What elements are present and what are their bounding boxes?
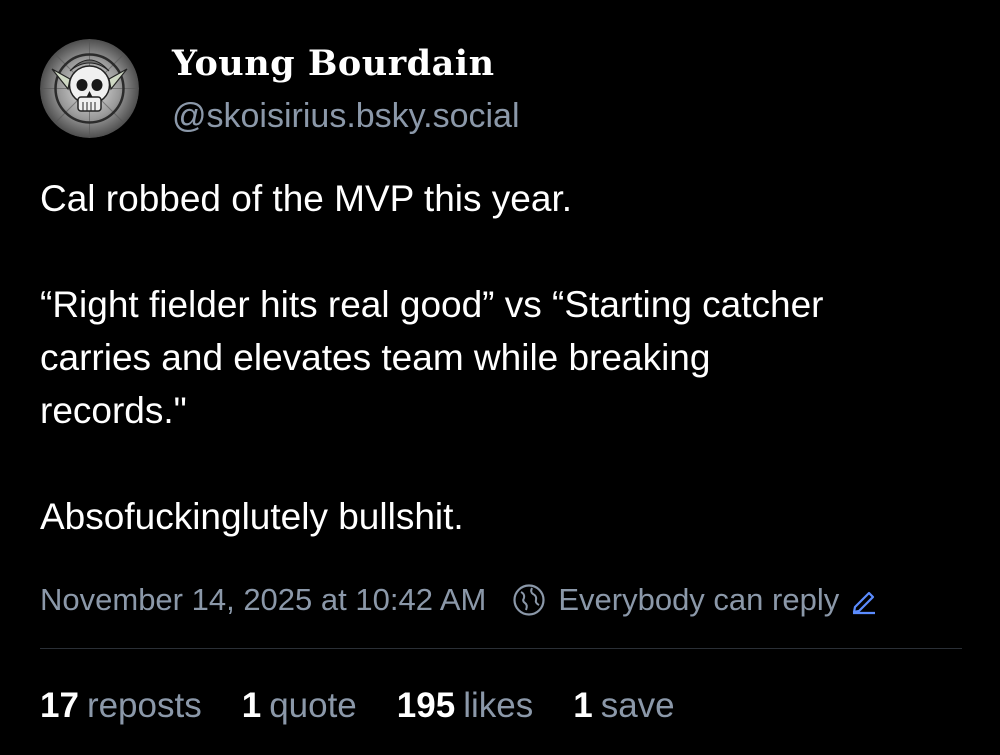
skull-avatar-icon [40, 39, 139, 138]
post-text: Cal robbed of the MVP this year. “Right … [40, 172, 970, 543]
globe-icon [513, 584, 545, 616]
author-handle[interactable]: @skoisirius.bsky.social [172, 95, 520, 137]
likes-label: likes [463, 686, 534, 725]
reposts-count: 17 [40, 686, 79, 725]
reply-setting-button[interactable]: Everybody can reply [512, 582, 879, 618]
post-timestamp[interactable]: November 14, 2025 at 10:42 AM [40, 582, 486, 618]
saves-count: 1 [573, 686, 593, 725]
quotes-stat[interactable]: 1 quote [242, 686, 357, 726]
author-display-name[interactable]: Young Bourdain [172, 40, 495, 88]
post-text-line: records." [40, 390, 187, 431]
quotes-count: 1 [241, 686, 262, 725]
quotes-label: quote [269, 686, 357, 725]
post-thread-item: Young Bourdain @skoisirius.bsky.social C… [0, 0, 1000, 755]
saves-stat[interactable]: 1 save [573, 686, 674, 726]
post-text-line: “Right fielder hits real good” vs “Start… [40, 284, 824, 325]
post-text-line: carries and elevates team while breaking [40, 337, 711, 378]
pencil-icon[interactable] [849, 585, 879, 615]
post-text-line: Absofuckinglutely bullshit. [40, 496, 464, 537]
reposts-stat[interactable]: 17 reposts [40, 686, 202, 726]
divider [40, 648, 962, 649]
engagement-stats: 17 reposts 1 quote 195 likes 1 save [40, 682, 715, 730]
author-avatar[interactable] [40, 39, 139, 138]
likes-count: 195 [396, 686, 456, 725]
reposts-label: reposts [86, 686, 202, 725]
post-meta-row: November 14, 2025 at 10:42 AM Everybody … [40, 578, 879, 622]
reply-setting-label: Everybody can reply [558, 582, 840, 617]
post-text-line: Cal robbed of the MVP this year. [40, 178, 573, 219]
likes-stat[interactable]: 195 likes [397, 686, 533, 726]
saves-label: save [600, 686, 675, 725]
